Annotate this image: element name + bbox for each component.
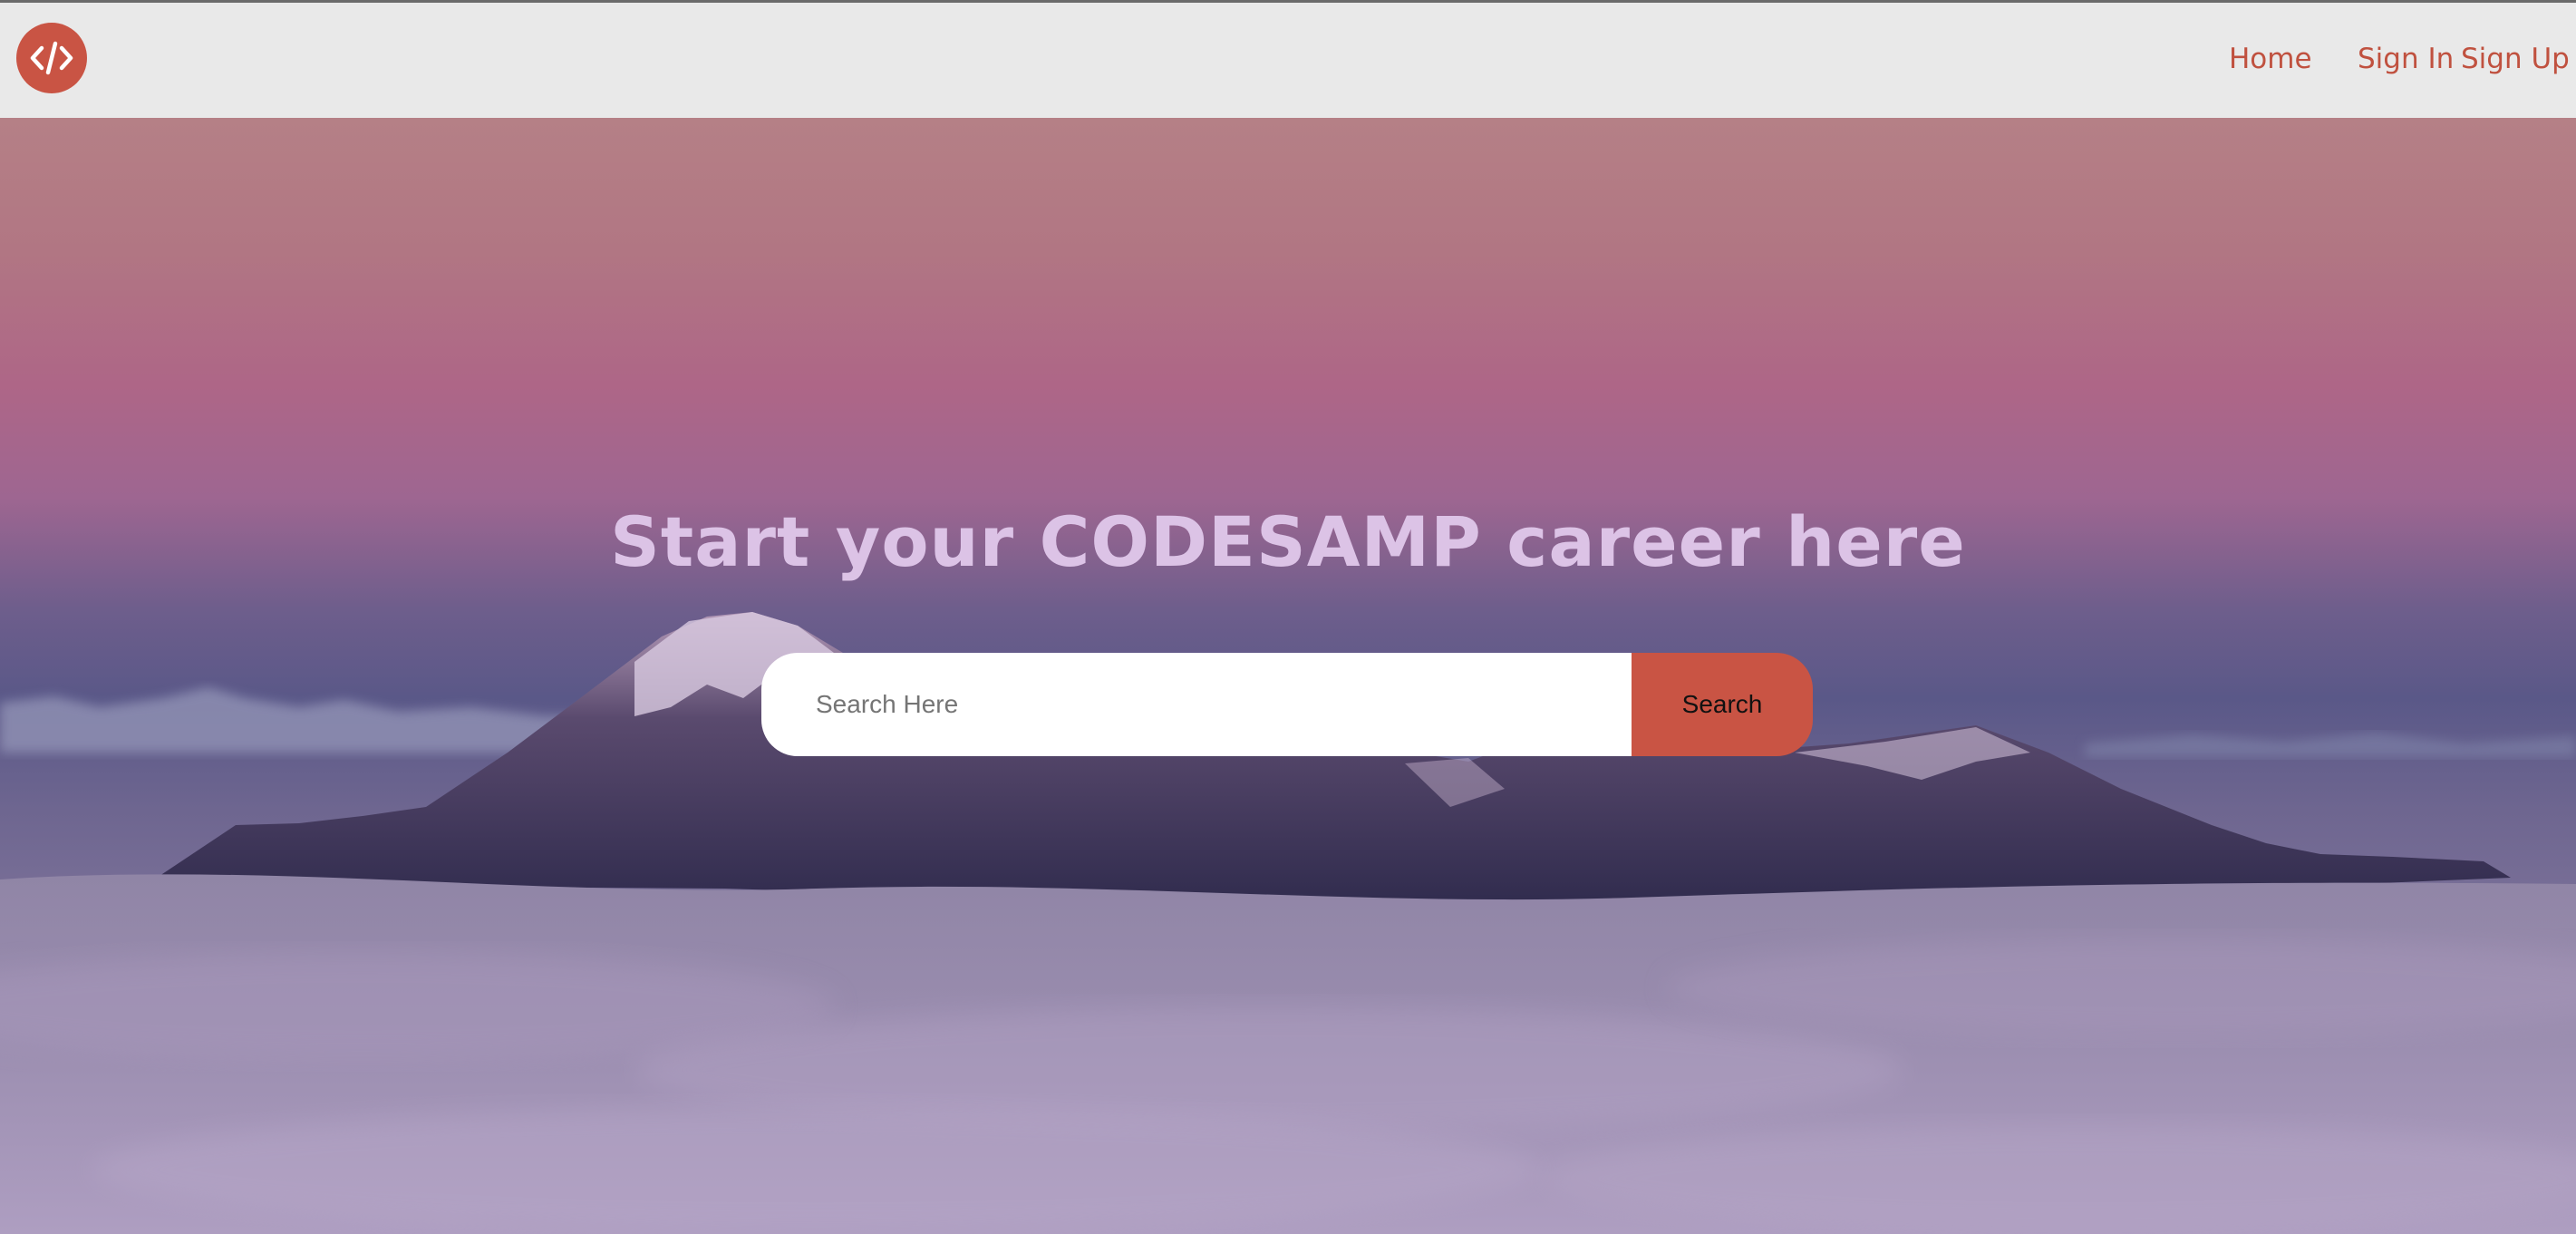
search-input[interactable]	[761, 653, 1632, 756]
code-brackets-icon[interactable]	[16, 23, 87, 93]
hero-headline: Start your CODESAMP career here	[610, 501, 1966, 582]
top-navbar: Home Sign In Sign Up	[0, 0, 2576, 118]
hero-section: Start your CODESAMP career here Search	[0, 118, 2576, 1234]
nav-link-home[interactable]: Home	[2229, 43, 2312, 75]
search-button[interactable]: Search	[1632, 653, 1813, 756]
search-bar: Search	[761, 653, 1813, 756]
nav-link-sign-in[interactable]: Sign In	[2358, 43, 2454, 75]
nav-link-sign-up[interactable]: Sign Up	[2461, 43, 2570, 75]
